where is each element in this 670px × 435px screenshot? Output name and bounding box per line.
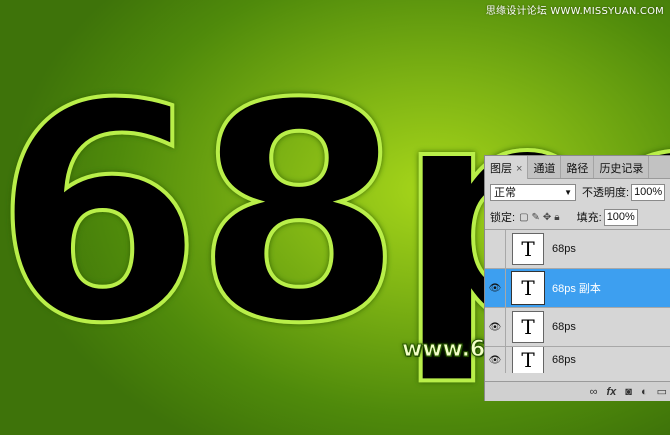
text-layer-thumbnail: T bbox=[512, 233, 544, 265]
fill-field[interactable]: 100% bbox=[603, 208, 638, 226]
text-layer-thumbnail: T bbox=[511, 271, 545, 305]
tab-layers-label: 图层 bbox=[490, 163, 512, 175]
panel-footer: ∞ fx ◙ ◐ ▭ bbox=[485, 381, 670, 401]
text-layer-thumbnail: T bbox=[512, 347, 544, 373]
lock-position-icon[interactable]: ✥ bbox=[543, 212, 554, 223]
mask-icon[interactable]: ◙ bbox=[625, 386, 632, 398]
opacity-label: 不透明度: bbox=[582, 187, 630, 199]
layer-row[interactable]: T 68ps bbox=[485, 230, 670, 269]
visibility-toggle[interactable] bbox=[485, 230, 506, 268]
eye-icon[interactable]: 👁︎ bbox=[485, 269, 506, 307]
layer-name: 68ps 副本 bbox=[552, 283, 601, 295]
tab-layers[interactable]: 图层 × bbox=[485, 156, 529, 179]
layer-name: 68ps bbox=[552, 243, 576, 255]
blend-mode-value: 正常 bbox=[494, 187, 516, 199]
link-icon[interactable]: ∞ bbox=[590, 386, 598, 398]
chevron-down-icon: ▼ bbox=[564, 187, 572, 197]
layer-row[interactable]: 👁︎ T 68ps bbox=[485, 347, 670, 373]
lock-icons: ▢✎✥🔒︎ bbox=[519, 212, 563, 223]
folder-icon[interactable]: ▭ bbox=[657, 385, 667, 398]
tab-channels[interactable]: 通道 bbox=[528, 156, 562, 178]
blend-mode-select[interactable]: 正常 ▼ bbox=[490, 183, 576, 201]
lock-transparency-icon[interactable]: ▢ bbox=[519, 212, 531, 223]
layer-name: 68ps bbox=[552, 321, 576, 333]
lock-paint-icon[interactable]: ✎ bbox=[532, 212, 543, 223]
watermark-top: 思缘设计论坛 WWW.MISSYUAN.COM bbox=[485, 6, 664, 17]
layer-name: 68ps bbox=[552, 354, 576, 366]
eye-icon[interactable]: 👁︎ bbox=[485, 347, 506, 373]
lock-label: 锁定: bbox=[490, 212, 516, 224]
layer-row-selected[interactable]: 👁︎ T 68ps 副本 bbox=[485, 269, 670, 308]
layer-row[interactable]: 👁︎ T 68ps bbox=[485, 308, 670, 347]
fx-icon[interactable]: fx bbox=[607, 386, 617, 398]
eye-icon[interactable]: 👁︎ bbox=[485, 308, 506, 346]
fill-label: 填充: bbox=[576, 212, 602, 224]
tab-history[interactable]: 历史记录 bbox=[594, 156, 650, 178]
opacity-field[interactable]: 100% bbox=[631, 183, 666, 201]
layers-panel: 图层 × 通道 路径 历史记录 正常 ▼ 不透明度: 100% 锁定: ▢✎✥🔒︎… bbox=[484, 155, 670, 401]
adjustment-icon[interactable]: ◐ bbox=[641, 386, 648, 398]
lock-all-icon[interactable]: 🔒︎ bbox=[554, 212, 562, 223]
tab-paths[interactable]: 路径 bbox=[561, 156, 595, 178]
panel-tabs: 图层 × 通道 路径 历史记录 bbox=[485, 156, 670, 179]
close-icon[interactable]: × bbox=[516, 163, 522, 175]
text-layer-thumbnail: T bbox=[512, 311, 544, 343]
